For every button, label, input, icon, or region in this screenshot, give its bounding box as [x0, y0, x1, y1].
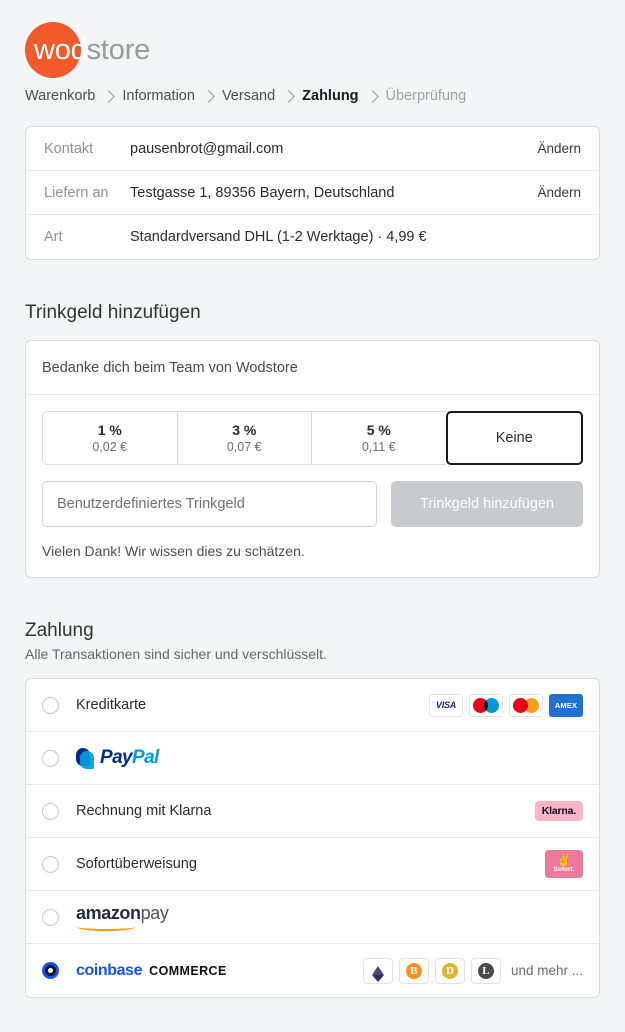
klarna-icon: Klarna.	[534, 801, 583, 821]
litecoin-icon: L	[470, 957, 501, 984]
amex-icon: AMEX	[549, 693, 583, 717]
breadcrumb-item-review: Überprüfung	[385, 88, 467, 104]
summary-value-contact: pausenbrot@gmail.com	[130, 140, 284, 157]
visa-icon: VISA	[429, 693, 463, 717]
payment-section-title: Zahlung	[25, 620, 94, 641]
payment-method-paypal[interactable]: PayPal	[26, 732, 599, 785]
radio-klarna[interactable]	[42, 802, 59, 820]
more-coins-label: und mehr ...	[510, 963, 583, 978]
sofort-icon: ✌ Sofort.	[545, 850, 583, 878]
breadcrumb: Warenkorb Information Versand Zahlung Üb…	[25, 82, 600, 110]
paypal-logo: PayPal	[76, 747, 583, 769]
radio-paypal[interactable]	[42, 749, 59, 767]
payment-method-coinbase[interactable]: coinbase COMMERCE B D L und mehr ...	[26, 944, 599, 997]
radio-amazonpay[interactable]	[42, 908, 59, 926]
amazon-logo-text-a: amazon	[76, 902, 141, 923]
chevron-right-icon	[102, 89, 116, 103]
chevron-right-icon	[365, 89, 379, 103]
tip-options-group: 1 % 0,02 € 3 % 0,07 € 5 % 0,11 € Keine	[42, 411, 583, 465]
tip-prompt: Bedanke dich beim Team von Wodstore	[26, 341, 599, 395]
store-logo[interactable]: wodstore	[25, 0, 600, 82]
payment-method-klarna[interactable]: Rechnung mit Klarna Klarna.	[26, 785, 599, 838]
payment-label-sofort: Sofortüberweisung	[76, 856, 197, 872]
tip-option-5-percent-label: 5 %	[366, 421, 391, 438]
payment-method-kreditkarte[interactable]: Kreditkarte VISA AMEX	[26, 679, 599, 732]
tip-option-none-label: Keine	[495, 429, 533, 446]
checkout-page: wodstore Warenkorb Information Versand Z…	[0, 0, 625, 1032]
maestro-icon	[469, 693, 503, 717]
logo-text-secondary: store	[86, 34, 151, 66]
amazon-logo-text-b: pay	[140, 902, 169, 923]
sofort-glyph: ✌	[556, 853, 572, 867]
card-brand-icons: VISA AMEX	[429, 693, 583, 717]
amazon-pay-logo: amazonpay	[76, 904, 583, 931]
summary-row-contact: Kontakt pausenbrot@gmail.com Ändern	[26, 127, 599, 171]
tip-thanks-message: Vielen Dank! Wir wissen dies zu schätzen…	[42, 543, 305, 559]
paypal-logo-text-b: Pal	[132, 747, 159, 768]
radio-kreditkarte[interactable]	[42, 696, 59, 714]
tip-option-3-percent[interactable]: 3 % 0,07 €	[176, 411, 311, 465]
coinbase-logo-text-a: coinbase	[76, 961, 143, 979]
mastercard-icon	[509, 693, 543, 717]
logo-text: wodstore	[25, 22, 150, 78]
radio-sofort[interactable]	[42, 855, 59, 873]
breadcrumb-item-information[interactable]: Information	[122, 88, 195, 104]
add-tip-button[interactable]: Trinkgeld hinzufügen	[391, 481, 583, 527]
payment-section-subtitle: Alle Transaktionen sind sicher und versc…	[25, 646, 327, 662]
tip-option-3-percent-amount: 0,07 €	[226, 439, 262, 454]
payment-method-sofort[interactable]: Sofortüberweisung ✌ Sofort.	[26, 838, 599, 891]
breadcrumb-item-cart[interactable]: Warenkorb	[25, 88, 95, 104]
custom-tip-input[interactable]	[42, 481, 377, 527]
radio-coinbase[interactable]	[42, 962, 59, 979]
summary-row-shipping-method: Art Standardversand DHL (1-2 Werktage) ·…	[26, 215, 599, 259]
tip-option-1-percent-label: 1 %	[97, 421, 122, 438]
sofort-badge-label: Sofort.	[553, 866, 575, 873]
tip-option-1-percent[interactable]: 1 % 0,02 €	[42, 411, 177, 465]
payment-label-klarna: Rechnung mit Klarna	[76, 803, 212, 819]
ethereum-icon	[362, 957, 393, 984]
dogecoin-icon: D	[434, 957, 465, 984]
chevron-right-icon	[282, 89, 296, 103]
crypto-icons: B D L und mehr ...	[362, 957, 583, 984]
paypal-logo-text-a: Pay	[100, 747, 133, 768]
summary-label-shipping-method: Art	[44, 229, 63, 245]
change-contact-link[interactable]: Ändern	[537, 141, 581, 156]
payment-label-kreditkarte: Kreditkarte	[76, 697, 147, 713]
tip-section-title: Trinkgeld hinzufügen	[25, 302, 201, 323]
breadcrumb-item-payment[interactable]: Zahlung	[302, 88, 358, 104]
summary-label-contact: Kontakt	[44, 140, 94, 157]
amazon-smile-icon	[77, 923, 135, 931]
payment-method-amazonpay[interactable]: amazonpay	[26, 891, 599, 944]
paypal-mark-icon	[76, 747, 95, 769]
chevron-right-icon	[202, 89, 215, 103]
change-shipping-address-link[interactable]: Ändern	[537, 185, 581, 200]
summary-label-shipping-address: Liefern an	[44, 184, 109, 201]
bitcoin-icon: B	[398, 957, 429, 984]
summary-value-shipping-address: Testgasse 1, 89356 Bayern, Deutschland	[130, 184, 395, 201]
summary-row-shipping-address: Liefern an Testgasse 1, 89356 Bayern, De…	[26, 171, 599, 215]
tip-option-none[interactable]: Keine	[445, 411, 583, 465]
tip-option-5-percent-amount: 0,11 €	[361, 439, 396, 454]
payment-methods-card: Kreditkarte VISA AMEX PayPal Rechnung mi…	[25, 678, 600, 998]
order-summary-card: Kontakt pausenbrot@gmail.com Ändern Lief…	[25, 126, 600, 260]
tip-option-3-percent-label: 3 %	[232, 421, 257, 438]
summary-value-shipping-method: Standardversand DHL (1-2 Werktage) · 4,9…	[130, 229, 427, 245]
coinbase-commerce-logo: coinbase COMMERCE	[76, 962, 363, 980]
tip-card: Bedanke dich beim Team von Wodstore 1 % …	[25, 340, 600, 578]
logo-text-primary: wod	[34, 34, 87, 66]
tip-option-1-percent-amount: 0,02 €	[92, 439, 128, 454]
breadcrumb-item-shipping[interactable]: Versand	[222, 88, 275, 104]
coinbase-logo-text-b: COMMERCE	[149, 963, 227, 978]
tip-option-5-percent[interactable]: 5 % 0,11 €	[311, 411, 446, 465]
